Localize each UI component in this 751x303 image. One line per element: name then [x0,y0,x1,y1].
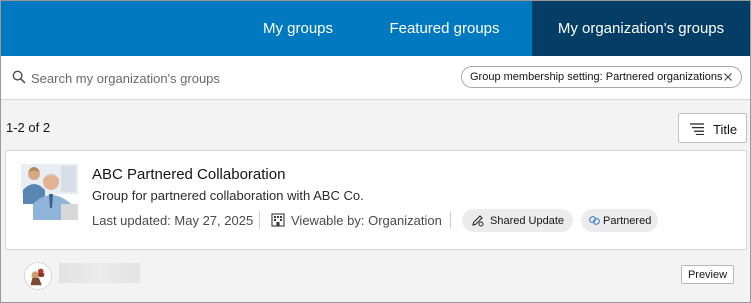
badge-label: Shared Update [490,214,564,227]
organization-icon [271,213,285,227]
preview-button[interactable]: Preview [681,265,734,284]
tab-bar: My groups Featured groups My organizatio… [1,1,750,56]
search-icon [12,70,26,84]
badge-label: Partnered [603,214,652,227]
search-input[interactable] [31,64,411,92]
app-frame: My groups Featured groups My organizatio… [0,0,751,303]
group-thumbnail [21,164,78,220]
filter-chip-label: Group membership setting: Partnered orga… [470,71,723,83]
pencil-icon [472,215,484,227]
sort-button[interactable]: Title [678,113,747,143]
shared-update-badge: Shared Update [462,209,573,232]
viewable-by: Viewable by: Organization [291,213,442,228]
close-icon[interactable] [723,72,733,82]
results-count: 1-2 of 2 [6,120,51,135]
link-icon [589,216,600,225]
meta-divider [259,211,260,229]
tab-my-groups[interactable]: My groups [239,1,357,56]
sort-label: Title [713,122,738,137]
last-updated: Last updated: May 27, 2025 [92,213,254,228]
meta-divider [450,211,451,229]
group-card[interactable]: ABC Partnered Collaboration Group for pa… [5,150,747,250]
group-title[interactable]: ABC Partnered Collaboration [92,166,285,183]
sort-lines-icon [690,123,704,135]
group-avatar [24,262,52,290]
filter-chip[interactable]: Group membership setting: Partnered orga… [461,66,742,88]
search-bar: Group membership setting: Partnered orga… [1,56,750,100]
tab-my-organizations-groups[interactable]: My organization's groups [532,1,750,56]
tab-featured-groups[interactable]: Featured groups [357,1,532,56]
group-description: Group for partnered collaboration with A… [92,188,364,203]
partnered-badge: Partnered [581,209,658,232]
loading-placeholder [59,263,140,283]
